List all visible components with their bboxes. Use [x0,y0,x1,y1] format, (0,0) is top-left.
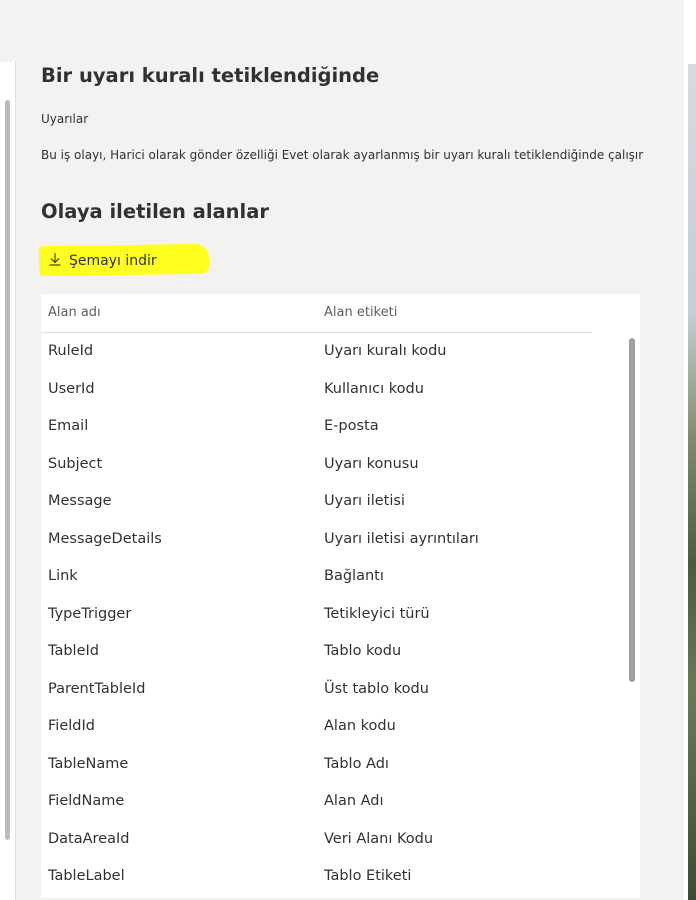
table-row[interactable]: RuleId Uyarı kuralı kodu [41,333,631,371]
field-label-cell: Bağlantı [324,568,384,584]
field-label-cell: Uyarı konusu [324,455,419,472]
column-header-field-name[interactable]: Alan adı [48,305,101,320]
field-name-cell: RuleId [48,343,94,359]
field-label-cell: Tablo Adı [324,755,389,772]
field-label-cell: Alan Adı [324,793,384,809]
field-name-cell: TableName [48,755,129,772]
panel-description: Bu iş olayı, Harici olarak gönder özelli… [41,148,644,162]
field-label-cell: Tablo Etiketi [324,868,412,884]
field-name-cell: FieldId [48,718,95,734]
fields-table: Alan adı Alan etiketi RuleId Uyarı kuralı… [41,294,640,898]
table-scrollbar-thumb[interactable] [629,338,635,682]
table-row[interactable]: FieldName Alan Adı [41,783,631,821]
field-name-cell: MessageDetails [48,530,162,547]
table-row[interactable]: TypeTrigger Tetikleyici türü [41,596,631,634]
field-label-cell: Tetikleyici türü [324,605,430,622]
field-label-cell: Uyarı iletisi [324,493,405,509]
field-name-cell: TableId [48,643,99,659]
download-schema-label: Şemayı indir [69,253,157,269]
column-header-field-label[interactable]: Alan etiketi [324,305,397,320]
section-title: Olaya iletilen alanlar [41,200,270,223]
field-name-cell: DataAreaId [48,830,130,847]
field-name-cell: ParentTableId [48,680,146,697]
background-image-strip [688,64,696,900]
table-row[interactable]: TableId Tablo kodu [41,633,631,671]
field-name-cell: TableLabel [48,868,125,884]
table-row[interactable]: TableLabel Tablo Etiketi [41,858,631,896]
field-name-cell: Subject [48,455,103,472]
download-schema-button[interactable]: Şemayı indir [48,250,157,272]
field-name-cell: UserId [48,380,95,397]
left-pane-scrollbar[interactable] [5,100,10,840]
field-label-cell: Üst tablo kodu [324,680,429,697]
field-label-cell: Kullanıcı kodu [324,380,424,397]
field-name-cell: TypeTrigger [48,605,132,622]
panel-subtitle: Uyarılar [41,112,89,126]
table-body: RuleId Uyarı kuralı kodu UserId Kullanıcı k… [41,333,631,896]
table-row[interactable]: Link Bağlantı [41,558,631,596]
field-label-cell: Uyarı kuralı kodu [324,343,447,359]
field-name-cell: Link [48,568,78,584]
field-label-cell: Veri Alanı Kodu [324,830,434,847]
field-label-cell: Tablo kodu [324,643,402,659]
field-name-cell: FieldName [48,793,125,809]
field-label-cell: Alan kodu [324,718,396,734]
panel-title: Bir uyarı kuralı tetiklendiğinde [41,64,380,87]
table-header: Alan adı Alan etiketi [41,294,592,333]
table-row[interactable]: DataAreaId Veri Alanı Kodu [41,821,631,859]
table-row[interactable]: MessageDetails Uyarı iletisi ayrıntıları [41,521,631,559]
download-icon [48,252,62,270]
table-row[interactable]: ParentTableId Üst tablo kodu [41,671,631,709]
field-name-cell: Message [48,493,112,509]
field-label-cell: E-posta [324,418,379,434]
field-label-cell: Uyarı iletisi ayrıntıları [324,530,479,547]
table-row[interactable]: UserId Kullanıcı kodu [41,371,631,409]
table-row[interactable]: TableName Tablo Adı [41,746,631,784]
table-row[interactable]: Message Uyarı iletisi [41,483,631,521]
table-row[interactable]: FieldId Alan kodu [41,708,631,746]
field-name-cell: Email [48,418,89,434]
table-row[interactable]: Email E-posta [41,408,631,446]
table-row[interactable]: Subject Uyarı konusu [41,446,631,484]
